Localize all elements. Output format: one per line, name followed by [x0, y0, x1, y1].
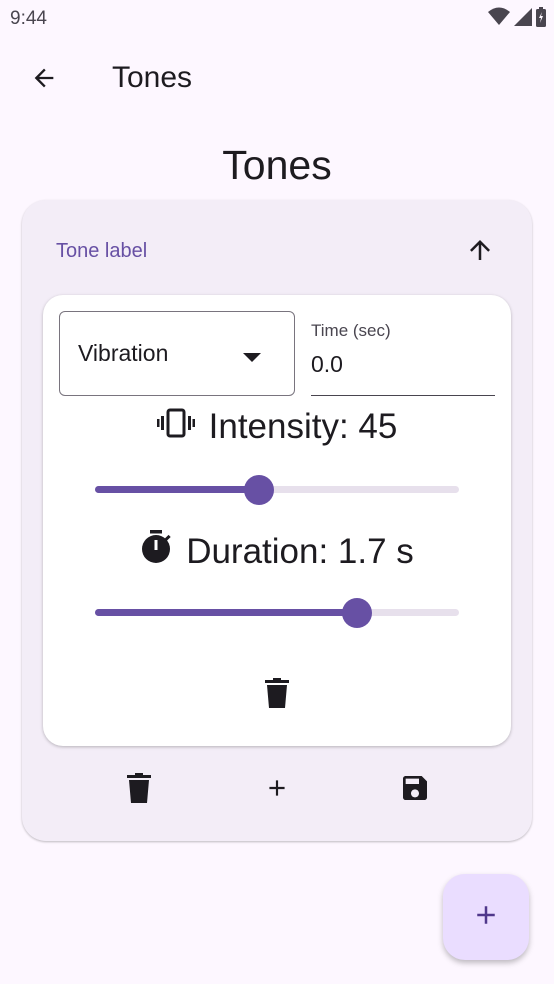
tone-actions	[22, 766, 532, 814]
intensity-label: Intensity: 45	[208, 407, 398, 446]
back-button[interactable]	[20, 56, 68, 104]
save-tone-button[interactable]	[391, 766, 439, 814]
type-dropdown[interactable]: Vibration	[59, 311, 295, 396]
status-bar: 9:44	[0, 0, 554, 40]
type-dropdown-value: Vibration	[78, 340, 169, 366]
add-icon	[471, 900, 501, 935]
duration-label: Duration: 1.7 s	[186, 531, 414, 571]
time-field-value[interactable]: 0.0	[311, 351, 343, 378]
tone-label[interactable]: Tone label	[56, 240, 147, 263]
save-icon	[399, 772, 431, 809]
battery-icon	[536, 7, 546, 27]
wifi-icon	[488, 7, 510, 27]
intensity-row: Intensity: 45	[43, 407, 511, 447]
delete-tone-button[interactable]	[115, 766, 163, 814]
add-icon	[264, 775, 290, 806]
arrow-back-icon	[30, 64, 58, 97]
arrow-up-icon	[465, 235, 495, 270]
duration-slider[interactable]	[95, 596, 459, 630]
duration-row: Duration: 1.7 s	[43, 530, 511, 573]
time-field-label: Time (sec)	[311, 321, 391, 340]
tone-card: Tone label Vibration Time (sec) 0.0 Inte…	[22, 200, 532, 841]
timer-icon	[140, 530, 172, 573]
time-field[interactable]: Time (sec) 0.0	[311, 311, 495, 396]
cellular-icon	[514, 7, 532, 27]
app-bar-title: Tones	[112, 61, 193, 94]
intensity-slider-fill	[95, 486, 259, 493]
page-title: Tones	[222, 142, 332, 188]
add-tone-fab[interactable]	[443, 874, 529, 960]
tone-step-card: Vibration Time (sec) 0.0 Intensity: 45 D…	[43, 295, 511, 746]
duration-slider-thumb[interactable]	[342, 598, 372, 628]
intensity-slider-thumb[interactable]	[244, 475, 274, 505]
status-icons	[488, 7, 546, 27]
status-time: 9:44	[10, 8, 47, 29]
collapse-button[interactable]	[456, 228, 504, 276]
vibration-icon	[156, 407, 195, 447]
delete-icon	[127, 772, 151, 808]
intensity-slider[interactable]	[95, 473, 459, 507]
delete-step-button[interactable]	[253, 671, 301, 719]
top-app-bar: Tones	[0, 48, 554, 112]
delete-icon	[265, 677, 289, 713]
duration-slider-fill	[95, 609, 357, 616]
dropdown-arrow-icon	[243, 350, 261, 368]
add-step-button[interactable]	[253, 766, 301, 814]
